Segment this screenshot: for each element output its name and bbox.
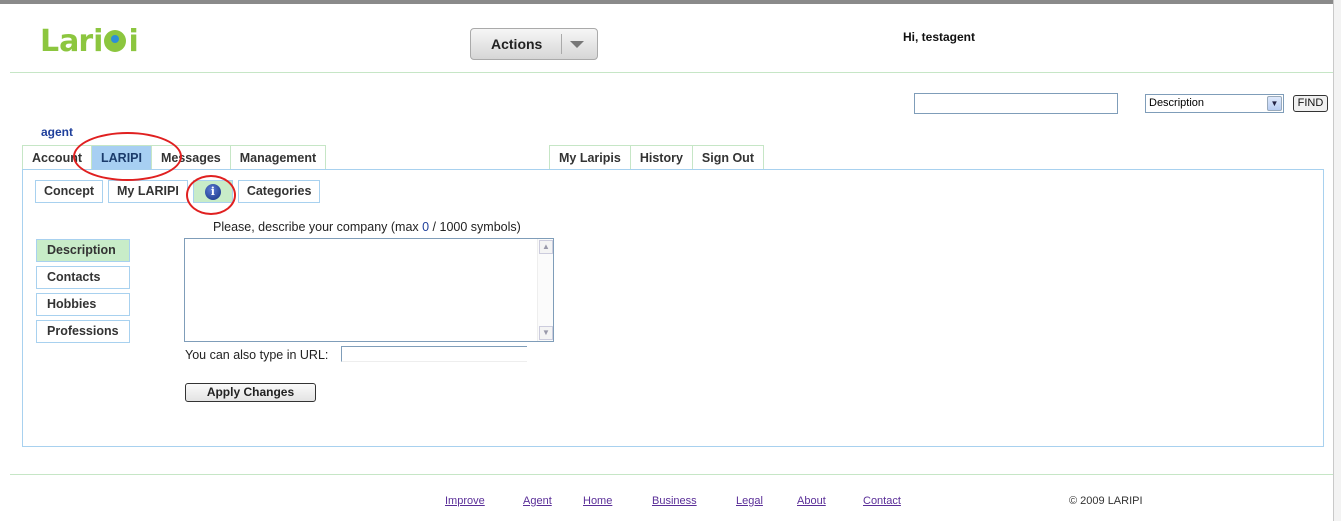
- chevron-down-icon: [570, 40, 584, 48]
- logo-mark-icon: [104, 30, 127, 52]
- subtab-concept[interactable]: Concept: [35, 180, 103, 203]
- url-input[interactable]: [341, 346, 527, 362]
- describe-label: Please, describe your company (max 0 / 1…: [213, 220, 521, 234]
- subtab-categories[interactable]: Categories: [237, 180, 321, 203]
- actions-dropdown-button[interactable]: Actions: [470, 28, 598, 60]
- footer-link-agent[interactable]: Agent: [523, 495, 552, 507]
- footer-link-about[interactable]: About: [797, 495, 826, 507]
- footer-link-business[interactable]: Business: [652, 495, 697, 507]
- tab-history[interactable]: History: [629, 145, 693, 170]
- tab-management[interactable]: Management: [229, 145, 327, 170]
- tab-account[interactable]: Account: [22, 145, 92, 170]
- footer-link-contact[interactable]: Contact: [863, 495, 901, 507]
- user-tabs: My Laripis History Sign Out: [549, 145, 764, 170]
- footer-link-legal[interactable]: Legal: [736, 495, 763, 507]
- main-tabs: Account LARIPI Messages Management: [22, 145, 327, 170]
- tab-messages[interactable]: Messages: [150, 145, 231, 170]
- window-top-border: [0, 0, 1341, 4]
- side-item-professions[interactable]: Professions: [36, 320, 130, 343]
- apply-changes-button[interactable]: Apply Changes: [185, 383, 316, 402]
- describe-prefix: Please, describe your company (max: [213, 220, 423, 234]
- find-button[interactable]: FIND: [1293, 95, 1328, 112]
- search-type-value: Description: [1149, 97, 1205, 109]
- description-textarea[interactable]: ▲ ▼: [184, 238, 554, 342]
- actions-separator: [561, 34, 562, 54]
- tab-sign-out[interactable]: Sign Out: [691, 145, 764, 170]
- actions-label: Actions: [491, 36, 543, 52]
- logo-text-i2: i: [128, 23, 138, 59]
- footer-divider: [10, 474, 1333, 475]
- footer-link-home[interactable]: Home: [583, 495, 612, 507]
- side-item-contacts[interactable]: Contacts: [36, 266, 130, 289]
- logo-text-l: L: [40, 23, 59, 59]
- sub-tabs: Concept My LARIPI i Categories: [35, 180, 321, 203]
- laripi-logo[interactable]: Lar i i: [40, 22, 139, 60]
- scrollbar[interactable]: [1333, 0, 1341, 521]
- search-type-select[interactable]: Description ▼: [1145, 94, 1284, 113]
- header-divider: [10, 72, 1333, 73]
- scroll-down-icon[interactable]: ▼: [539, 326, 553, 340]
- copyright: © 2009 LARIPI: [1069, 495, 1143, 507]
- subtab-my-laripi[interactable]: My LARIPI: [108, 180, 188, 203]
- textarea-scrollbar[interactable]: ▲ ▼: [537, 239, 553, 341]
- logo-text-i: i: [93, 23, 103, 59]
- url-label: You can also type in URL:: [185, 348, 329, 362]
- tab-laripi[interactable]: LARIPI: [91, 145, 152, 170]
- side-menu: Description Contacts Hobbies Professions: [36, 239, 130, 347]
- tab-my-laripis[interactable]: My Laripis: [549, 145, 631, 170]
- search-input[interactable]: [914, 93, 1118, 114]
- chevron-down-icon[interactable]: ▼: [1267, 96, 1282, 111]
- describe-suffix: / 1000 symbols): [429, 220, 521, 234]
- user-greeting: Hi, testagent: [903, 30, 976, 44]
- side-item-description[interactable]: Description: [36, 239, 130, 262]
- logo-text-ar: ar: [59, 23, 93, 59]
- subtab-info[interactable]: i: [192, 180, 233, 203]
- footer-link-improve[interactable]: Improve: [445, 495, 485, 507]
- info-icon: i: [204, 183, 221, 200]
- username-label: agent: [41, 125, 74, 139]
- scroll-up-icon[interactable]: ▲: [539, 240, 553, 254]
- side-item-hobbies[interactable]: Hobbies: [36, 293, 130, 316]
